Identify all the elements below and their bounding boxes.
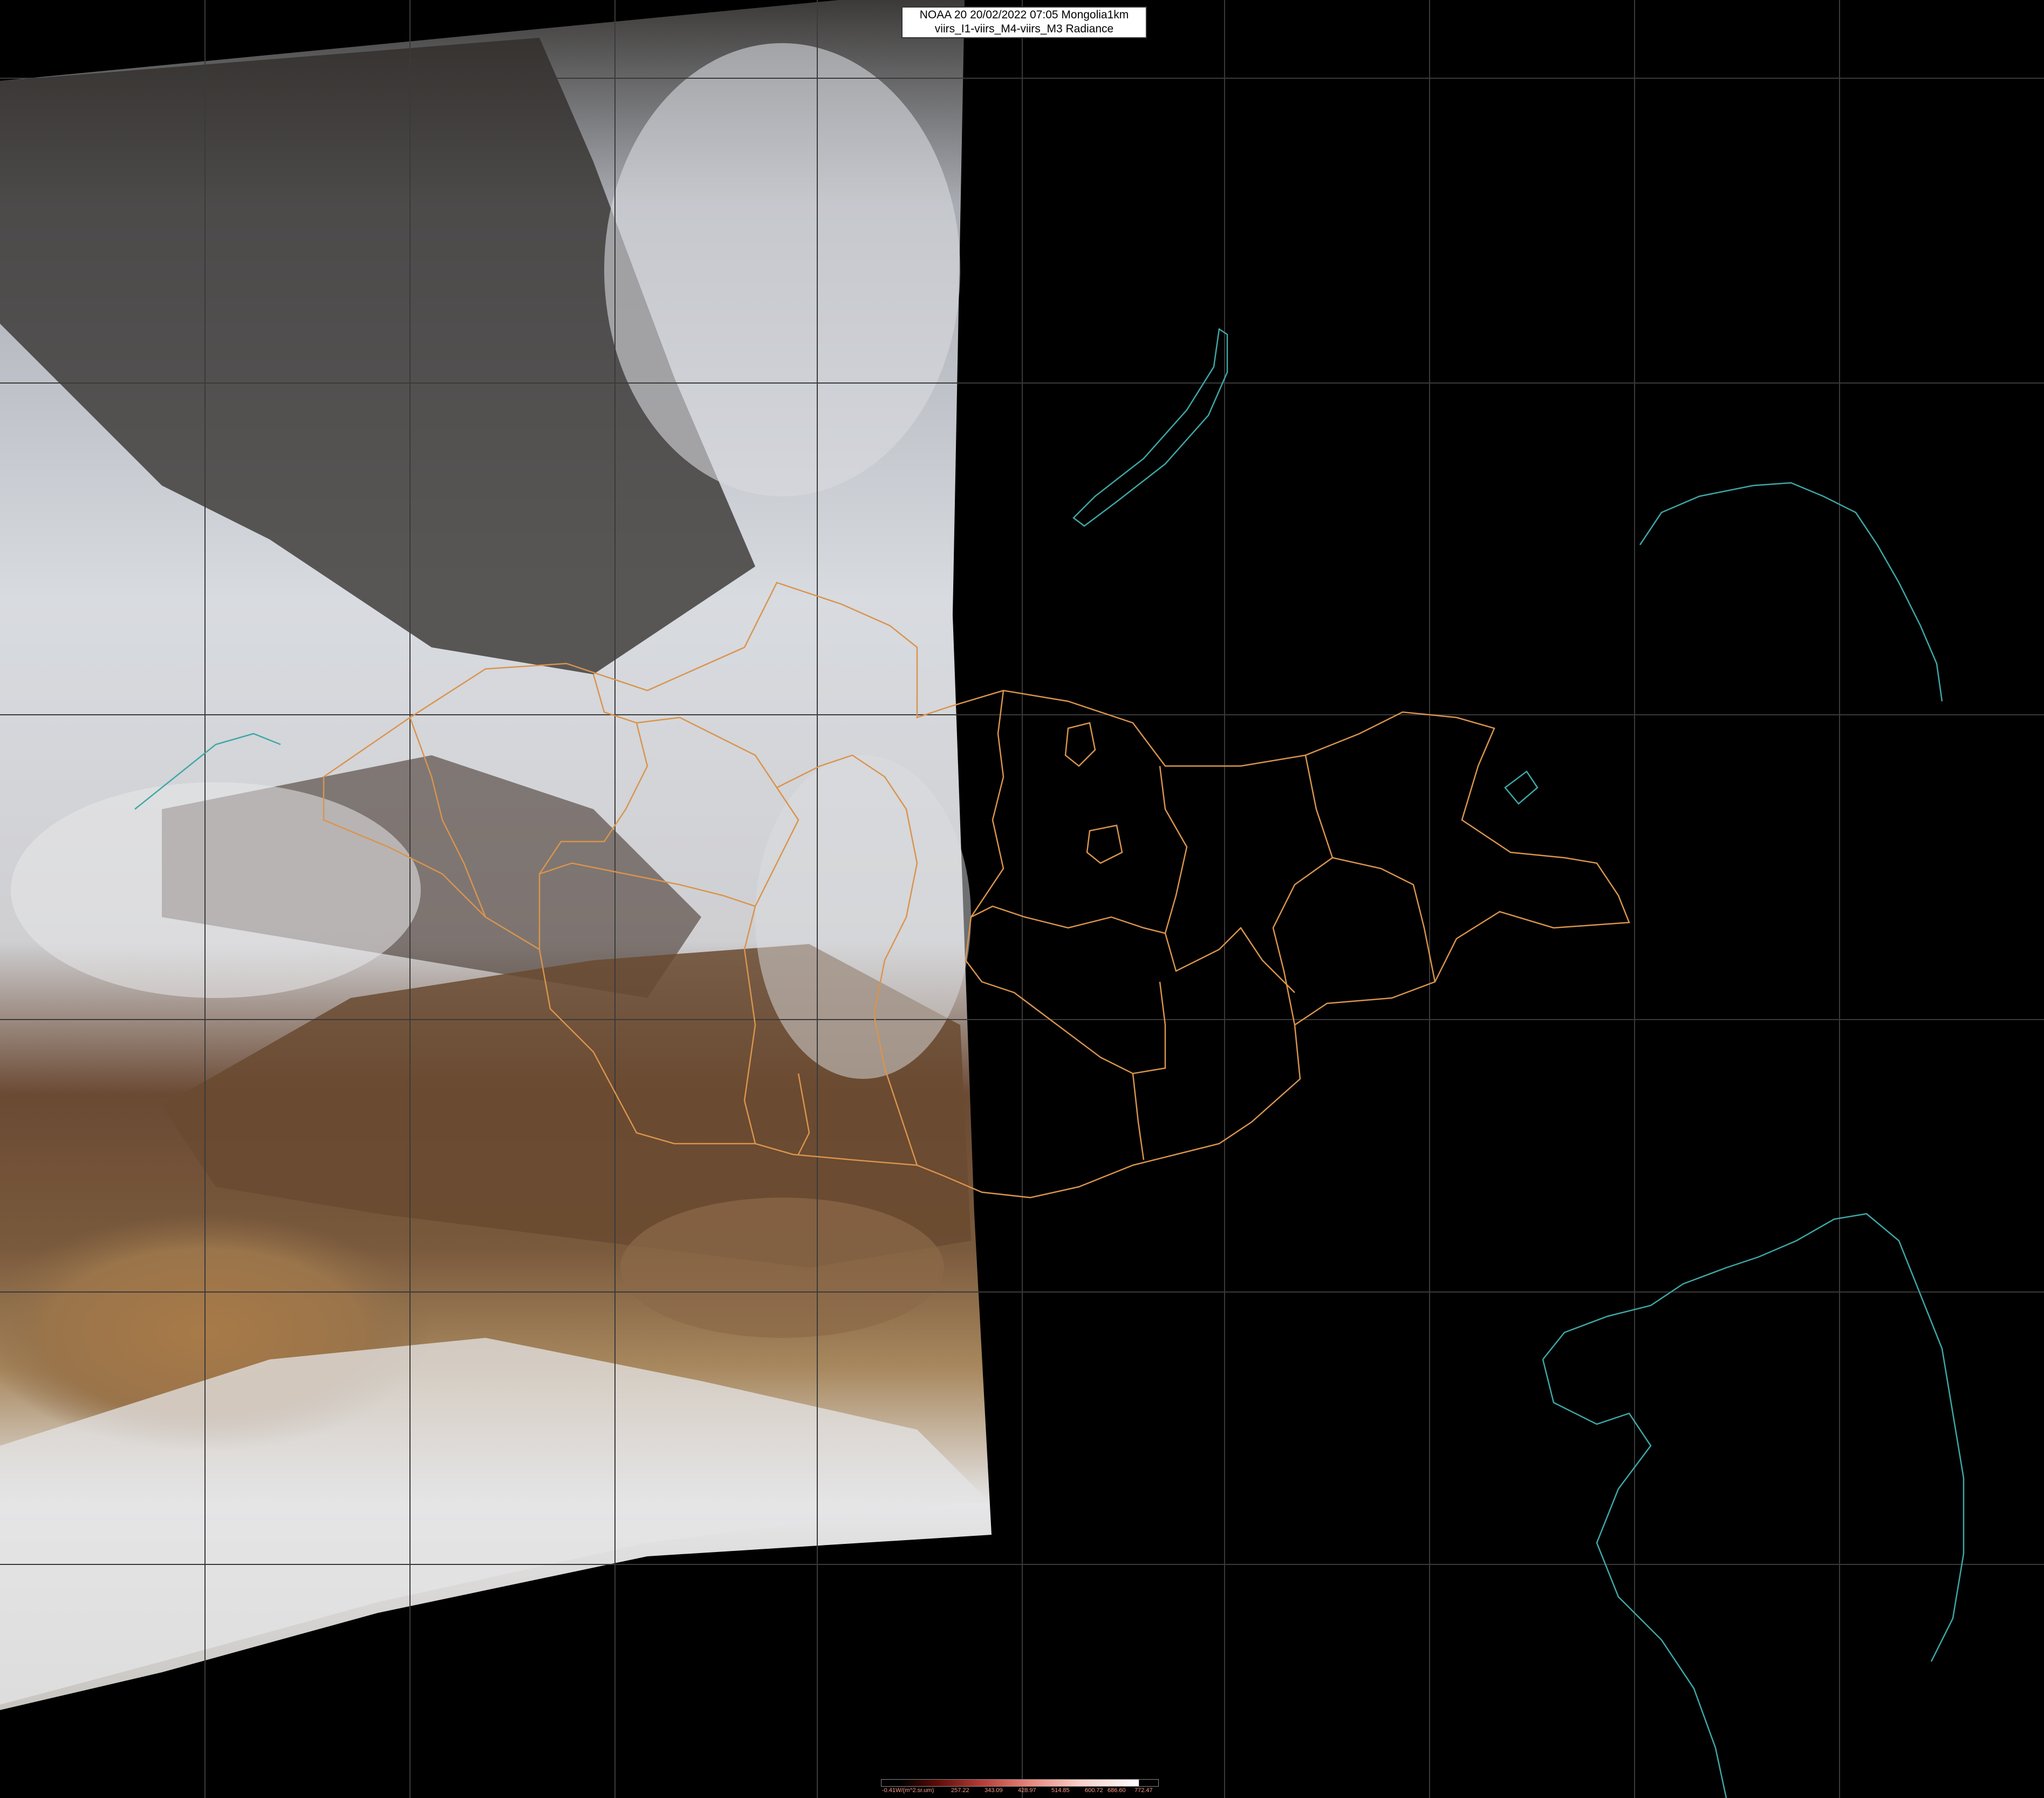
coast-north-east xyxy=(1639,482,1943,702)
cloud-mass-2 xyxy=(11,782,421,998)
province-border-6 xyxy=(1132,1073,1145,1160)
legend-color-bar xyxy=(881,1779,1159,1787)
province-border-3 xyxy=(1272,755,1334,1026)
legend-tick: 600.72 xyxy=(1085,1787,1103,1794)
lake-baikal xyxy=(1072,327,1228,527)
legend-tick: 257.22 xyxy=(951,1787,969,1794)
legend-tick: 686.60 xyxy=(1108,1787,1126,1794)
province-lake-1 xyxy=(1064,722,1096,767)
cloud-mass xyxy=(604,43,960,496)
province-border-1 xyxy=(965,690,1166,1075)
legend-tick: 514.85 xyxy=(1051,1787,1070,1794)
title-line-2: viirs_I1-viirs_M4-viirs_M3 Radiance xyxy=(934,23,1114,35)
province-border-5 xyxy=(970,905,1166,934)
desert-area-2 xyxy=(620,1198,944,1338)
satellite-swath xyxy=(0,0,992,1710)
satellite-image xyxy=(0,0,2044,1798)
legend-labels: -0.41W/(m^2.sr.um) 257.22 343.09 428.97 … xyxy=(881,1787,1159,1794)
lake-west-1 xyxy=(1504,770,1539,805)
legend-unit-label: -0.41W/(m^2.sr.um) xyxy=(882,1787,934,1794)
title-line-1: NOAA 20 20/02/2022 07:05 Mongolia1km xyxy=(919,9,1129,21)
title-box: NOAA 20 20/02/2022 07:05 Mongolia1km vii… xyxy=(901,6,1147,38)
color-legend: -0.41W/(m^2.sr.um) 257.22 343.09 428.97 … xyxy=(881,1779,1159,1794)
province-lake-2 xyxy=(1086,824,1123,864)
satellite-map: NOAA 20 20/02/2022 07:05 Mongolia1km vii… xyxy=(0,0,2044,1798)
province-border-2 xyxy=(1159,765,1295,993)
legend-tick: 772.47 xyxy=(1134,1787,1153,1794)
coast-korea xyxy=(1542,1213,1965,1662)
legend-tick: 428.97 xyxy=(1018,1787,1036,1794)
province-border-4 xyxy=(1332,857,1436,982)
legend-tick: 343.09 xyxy=(985,1787,1003,1794)
